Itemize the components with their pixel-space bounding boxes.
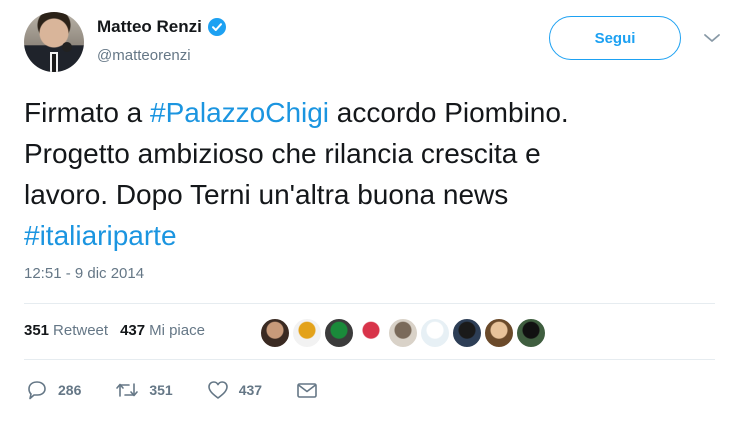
- liker-avatar[interactable]: [420, 318, 450, 348]
- retweet-stat-count: 351: [24, 322, 50, 339]
- follow-button[interactable]: Segui: [549, 16, 681, 60]
- tweet-text-line: Firmato a #PalazzoChigi accordo Piombino…: [24, 92, 714, 133]
- chevron-down-icon[interactable]: [703, 32, 721, 44]
- liker-avatar[interactable]: [292, 318, 322, 348]
- tweet-text-line: Progetto ambizioso che rilancia crescita…: [24, 133, 714, 174]
- like-stat-label: Mi piace: [149, 322, 205, 339]
- envelope-icon: [297, 383, 317, 398]
- retweet-count: 351: [149, 382, 173, 398]
- liker-avatar[interactable]: [516, 318, 546, 348]
- verified-badge-icon: [207, 18, 226, 36]
- like-button[interactable]: 437: [207, 380, 262, 400]
- tweet-actions: 286 351 437: [26, 380, 352, 400]
- reply-button[interactable]: 286: [26, 380, 81, 400]
- tweet-stats: 351 Retweet 437 Mi piace: [24, 322, 205, 339]
- retweet-stat[interactable]: 351 Retweet: [24, 322, 108, 339]
- author-handle[interactable]: @matteorenzi: [97, 47, 191, 64]
- liker-avatar[interactable]: [356, 318, 386, 348]
- like-count: 437: [238, 382, 263, 398]
- liker-avatar[interactable]: [452, 318, 482, 348]
- liker-avatar[interactable]: [388, 318, 418, 348]
- divider: [24, 359, 715, 360]
- avatar[interactable]: [24, 12, 84, 72]
- author-display-name[interactable]: Matteo Renzi: [97, 17, 202, 37]
- tweet-text-segment: Firmato a: [24, 97, 151, 128]
- tweet-text-line: #italiariparte: [24, 215, 714, 256]
- reply-count: 286: [58, 382, 82, 398]
- hashtag-link[interactable]: #italiariparte: [24, 220, 177, 251]
- direct-message-button[interactable]: [296, 380, 318, 400]
- heart-icon: [207, 381, 228, 399]
- tweet-text-line: lavoro. Dopo Terni un'altra buona news: [24, 174, 714, 215]
- tweet-text-segment: lavoro. Dopo Terni un'altra buona news: [24, 179, 509, 210]
- author-name-row: Matteo Renzi: [97, 17, 226, 37]
- likers-avatar-list: [260, 318, 546, 348]
- retweet-stat-label: Retweet: [53, 322, 109, 339]
- retweet-button[interactable]: 351: [115, 380, 173, 400]
- hashtag-link[interactable]: #PalazzoChigi: [150, 97, 329, 128]
- retweet-icon: [116, 383, 139, 397]
- tweet-text: Firmato a #PalazzoChigi accordo Piombino…: [24, 92, 714, 256]
- tweet-text-segment: Progetto ambizioso che rilancia crescita…: [24, 138, 541, 169]
- like-stat[interactable]: 437 Mi piace: [120, 322, 205, 339]
- avatar-microphone: [62, 42, 72, 52]
- tweet-timestamp[interactable]: 12:51 - 9 dic 2014: [24, 265, 144, 282]
- avatar-tie: [52, 54, 56, 72]
- liker-avatar[interactable]: [324, 318, 354, 348]
- reply-icon: [28, 381, 46, 400]
- liker-avatar[interactable]: [260, 318, 290, 348]
- liker-avatar[interactable]: [484, 318, 514, 348]
- tweet-text-segment: accordo Piombino.: [329, 97, 569, 128]
- like-stat-count: 437: [120, 322, 146, 339]
- divider: [24, 303, 715, 304]
